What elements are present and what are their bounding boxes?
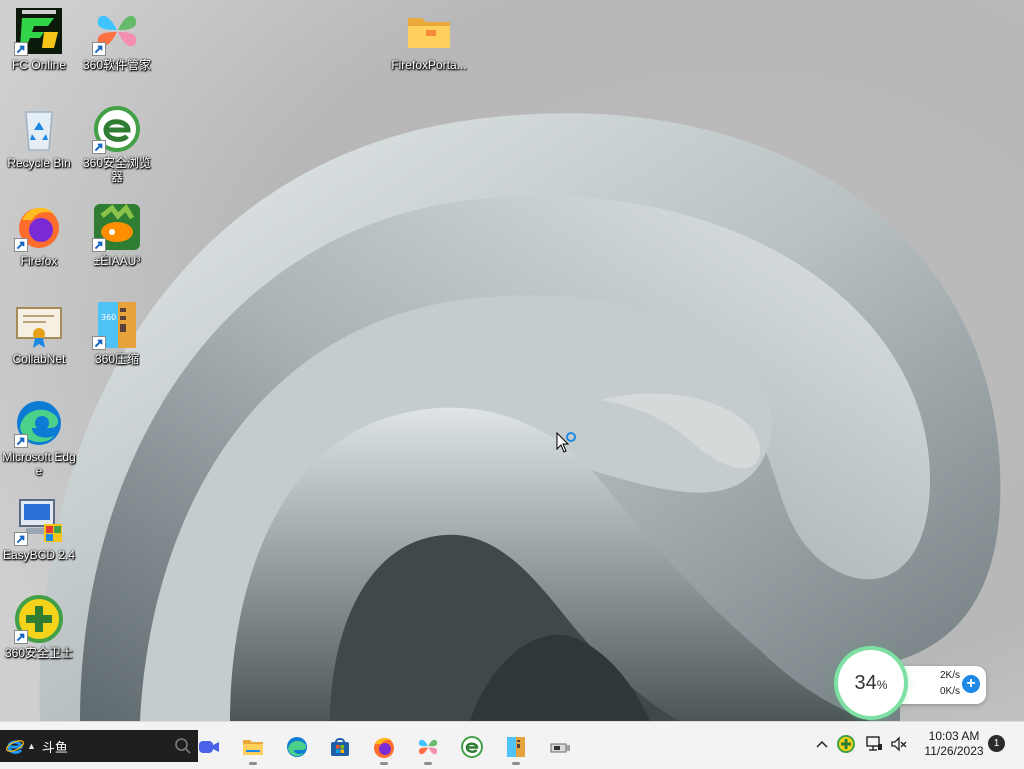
taskbar-app-360-browser[interactable] (455, 730, 489, 764)
desktop-icon-collabnet[interactable]: CollabNet (0, 300, 78, 390)
usb-tool-icon (550, 743, 570, 753)
shortcut-arrow-icon (92, 42, 106, 56)
desktop-icon-label: 360安全浏览器 (82, 156, 152, 184)
shortcut-arrow-icon (14, 630, 28, 644)
clock-date: 11/26/2023 (924, 744, 984, 758)
taskbar-app-firefox[interactable] (367, 730, 401, 765)
taskbar-app-zoom[interactable] (192, 730, 226, 764)
360-performance-widget[interactable]: ↑ 2K/s ↓ 0K/s + 34% (838, 650, 990, 716)
desktop-icon-label: ±ÉIAAU³ (93, 254, 141, 268)
desktop-icon-label: 360安全卫士 (4, 646, 74, 660)
desktop-icon-label: 360软件管家 (82, 58, 152, 72)
taskbar-app-360-software-manager[interactable] (411, 730, 445, 765)
desktop-icon-microsoft-edge[interactable]: Microsoft Edge (0, 398, 78, 488)
shortcut-arrow-icon (92, 238, 106, 252)
firefox-icon (374, 737, 394, 758)
desktop-icon-label: FirefoxPorta... (391, 58, 467, 72)
shortcut-arrow-icon (92, 336, 106, 350)
search-icon[interactable] (174, 737, 192, 755)
notification-badge[interactable]: 1 (988, 735, 1005, 752)
download-speed: ↓ 0K/s (900, 686, 960, 697)
desktop-icon-label: Microsoft Edge (2, 450, 76, 478)
ie-logo-icon (6, 740, 24, 754)
taskbar-search-box[interactable]: ▲ 斗鱼 (0, 730, 198, 762)
memory-usage-percent: 34% (854, 671, 888, 694)
desktop-icon-game[interactable]: ±ÉIAAU³ (78, 202, 156, 292)
memory-usage-ring[interactable]: 34% (838, 650, 904, 716)
search-input[interactable]: 斗鱼 (42, 737, 174, 756)
taskbar-app-usb-tool[interactable] (543, 730, 577, 764)
taskbar-app-edge[interactable] (280, 730, 314, 764)
360-browser-icon (461, 736, 483, 758)
desktop-icon-360-software-manager[interactable]: 360软件管家 (78, 6, 156, 96)
certificate-icon (16, 307, 62, 348)
mouse-cursor-busy-icon (556, 432, 576, 453)
desktop-icon-label: Recycle Bin (7, 156, 71, 170)
running-indicator (380, 762, 388, 765)
desktop-icon-label: EasyBCD 2.4 (2, 548, 76, 562)
search-caret-icon[interactable]: ▲ (27, 741, 36, 751)
shortcut-arrow-icon (14, 434, 28, 448)
desktop-icon-360-browser[interactable]: 360安全浏览器 (78, 104, 156, 194)
shortcut-arrow-icon (14, 42, 28, 56)
desktop-icon-firefox[interactable]: Firefox (0, 202, 78, 292)
desktop-icon-easybcd[interactable]: EasyBCD 2.4 (0, 496, 78, 586)
folder-icon (408, 18, 450, 48)
upload-speed: ↑ 2K/s (900, 670, 960, 681)
shortcut-arrow-icon (14, 532, 28, 546)
taskbar-app-360-zip[interactable] (499, 730, 533, 765)
desktop-icon-label: CollabNet (12, 352, 66, 366)
desktop-icon-360-zip[interactable]: 360 360压缩 (78, 300, 156, 390)
recycle-bin-icon (25, 111, 53, 151)
shortcut-arrow-icon (92, 140, 106, 154)
taskbar-app-file-explorer[interactable] (236, 730, 270, 765)
taskbar-app-microsoft-store[interactable] (323, 730, 357, 764)
widget-plus-button[interactable]: + (962, 675, 980, 693)
running-indicator (512, 762, 520, 765)
running-indicator (249, 762, 257, 765)
shortcut-arrow-icon (14, 238, 28, 252)
running-indicator (424, 762, 432, 765)
file-explorer-icon (243, 740, 263, 755)
desktop-icon-360-security[interactable]: 360安全卫士 (0, 594, 78, 684)
desktop-icon-label: Firefox (20, 254, 58, 268)
edge-icon (287, 737, 307, 757)
download-speed-value: 0K/s (939, 686, 960, 697)
taskbar-clock[interactable]: 10:03 AM 11/26/2023 (916, 729, 992, 763)
360-software-manager-icon (418, 739, 438, 755)
360-security-tray-icon[interactable] (836, 734, 856, 754)
desktop-icon-firefox-portable-folder[interactable]: FirefoxPorta... (390, 6, 468, 96)
desktop-icon-fc-online[interactable]: FC Online (0, 6, 78, 96)
microsoft-store-icon (331, 738, 349, 756)
show-hidden-icons-chevron-icon[interactable] (812, 734, 832, 754)
desktop-icon-recycle-bin[interactable]: Recycle Bin (0, 104, 78, 194)
volume-muted-icon[interactable] (889, 734, 909, 754)
clock-time: 10:03 AM (928, 729, 980, 743)
desktop-icon-label: FC Online (11, 58, 67, 72)
network-icon[interactable] (864, 734, 884, 754)
zoom-icon (199, 741, 219, 753)
upload-speed-value: 2K/s (939, 670, 960, 681)
360-zip-icon (507, 737, 525, 757)
desktop-icon-label: 360压缩 (94, 352, 140, 366)
